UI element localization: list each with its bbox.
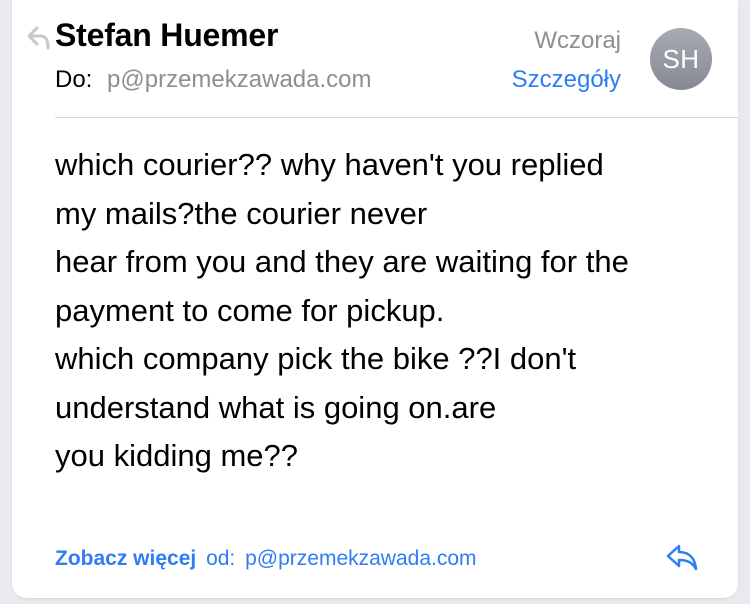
body-line: you kidding me?? [55, 438, 298, 473]
body-line: which company pick the bike ??I don't [55, 341, 577, 376]
body-line: hear from you and they are waiting for t… [55, 244, 629, 279]
message-date: Wczoraj [534, 27, 621, 54]
header-divider [55, 117, 738, 118]
body-line: which courier?? why haven't you replied [55, 147, 604, 182]
recipient-address[interactable]: p@przemekzawada.com [107, 66, 371, 93]
from-address[interactable]: p@przemekzawada.com [245, 547, 476, 570]
see-more-link[interactable]: Zobacz więcej [55, 547, 196, 570]
body-line: my mails?the courier never [55, 195, 428, 231]
from-label: od: [206, 547, 236, 570]
to-label: Do: [55, 66, 93, 93]
reply-icon[interactable] [664, 542, 700, 572]
message-footer: Zobacz więcej od: p@przemekzawada.com [55, 547, 477, 571]
recipient-row: Do: p@przemekzawada.com [55, 66, 372, 94]
message-card: Stefan Huemer Wczoraj Do: p@przemekzawad… [12, 0, 738, 598]
body-line: understand what is going on.are [55, 389, 497, 425]
message-body: which courier?? why haven't you replied … [55, 141, 715, 481]
avatar[interactable]: SH [650, 28, 712, 90]
details-link[interactable]: Szczegóły [512, 66, 621, 94]
reply-arrow-icon [26, 24, 52, 50]
avatar-initials: SH [662, 43, 700, 74]
sender-name: Stefan Huemer [55, 17, 279, 53]
body-line: payment to come for pickup. [55, 292, 445, 328]
